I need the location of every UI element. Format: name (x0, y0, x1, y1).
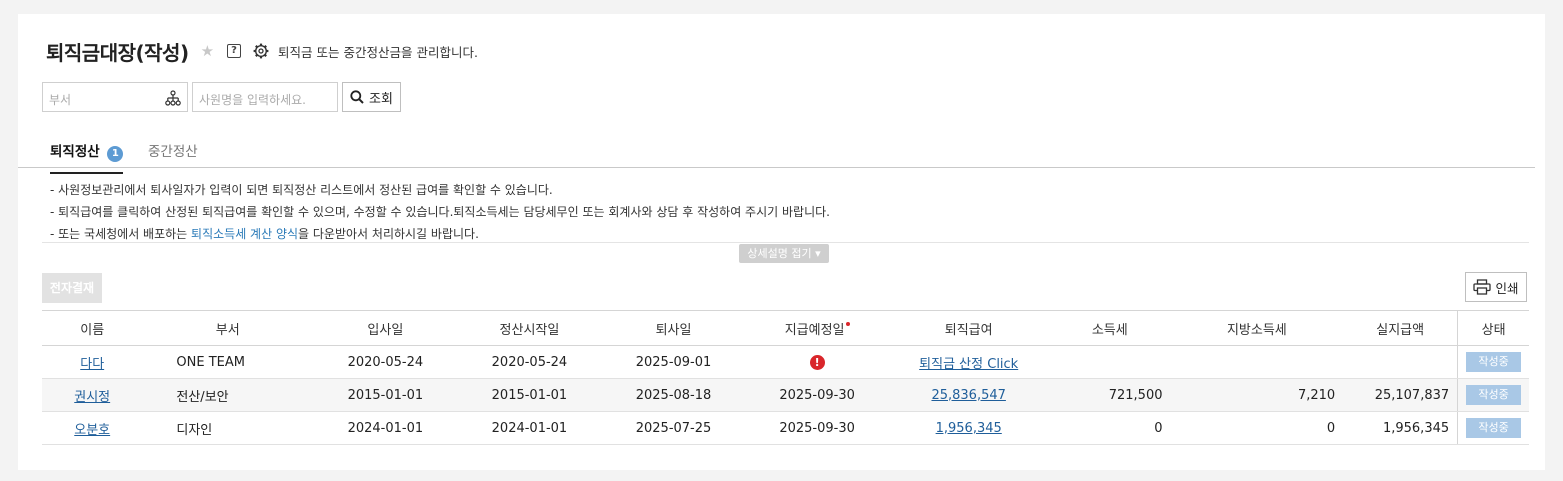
status-cell: 작성중 (1457, 378, 1529, 412)
col-pay-date: 지급예정일 (745, 310, 889, 346)
status-badge: 작성중 (1466, 352, 1522, 372)
status-cell: 작성중 (1457, 411, 1529, 445)
retire-date-cell: 2025-09-01 (601, 345, 746, 379)
page-description: 퇴직금 또는 중간정산금을 관리합니다. (278, 44, 478, 60)
search-button-label: 조회 (369, 91, 393, 107)
severance-cell: 25,836,547 (888, 378, 1050, 412)
col-income-tax: 소득세 (1049, 310, 1171, 346)
employee-name-link[interactable]: 다다 (80, 357, 104, 372)
severance-cell: 퇴직금 산정 Click (888, 345, 1050, 379)
status-badge: 작성중 (1466, 385, 1522, 405)
title-row: 퇴직금대장(작성) ★ ? 퇴직금 또는 중간정산금을 관리합니다. (46, 36, 478, 66)
page-container: 퇴직금대장(작성) ★ ? 퇴직금 또는 중간정산금을 관리합니다. 부서 사원… (18, 14, 1545, 470)
col-status: 상태 (1457, 310, 1529, 346)
tab-label: 퇴직정산 (50, 144, 100, 160)
start-date-cell: 2015-01-01 (457, 378, 602, 412)
search-button[interactable]: 조회 (342, 82, 401, 112)
col-severance: 퇴직급여 (888, 310, 1050, 346)
gear-icon[interactable] (253, 43, 269, 59)
hire-date-cell: 2020-05-24 (313, 345, 458, 379)
table-row: 오분호 디자인 2024-01-01 2024-01-01 2025-07-25… (42, 411, 1529, 445)
tab-interim-settlement[interactable]: 중간정산 (148, 140, 198, 160)
name-cell: 오분호 (42, 411, 143, 445)
employee-name-link[interactable]: 오분호 (74, 423, 110, 438)
org-chart-icon[interactable] (165, 90, 181, 106)
name-cell: 다다 (42, 345, 143, 379)
local-tax-cell (1170, 345, 1344, 379)
dept-cell: ONE TEAM (142, 345, 314, 379)
net-pay-cell: 1,956,345 (1343, 411, 1458, 445)
employee-name-placeholder: 사원명을 입력하세요. (199, 93, 306, 107)
severance-amount-link[interactable]: 1,956,345 (936, 421, 1002, 436)
pay-date-cell: ! (745, 345, 889, 379)
dept-field[interactable]: 부서 (42, 82, 188, 112)
col-retire-date: 퇴사일 (601, 310, 746, 346)
income-tax-cell (1049, 345, 1171, 379)
note-line-1: - 사원정보관리에서 퇴사일자가 입력이 되면 퇴직정산 리스트에서 정산된 급… (50, 183, 553, 197)
local-tax-cell: 0 (1170, 411, 1344, 445)
calculate-severance-link[interactable]: 퇴직금 산정 Click (919, 357, 1018, 372)
note-line-2: - 퇴직급여를 클릭하여 산정된 퇴직급여를 확인할 수 있으며, 수정할 수 … (50, 205, 830, 219)
col-start-date: 정산시작일 (457, 310, 602, 346)
status-cell: 작성중 (1457, 345, 1529, 379)
divider (42, 242, 1529, 243)
employee-name-link[interactable]: 권시정 (74, 390, 110, 405)
note-line-3-suffix: 을 다운받아서 처리하시길 바랍니다. (298, 227, 479, 241)
tab-bar: 퇴직정산 1 중간정산 (18, 130, 1535, 174)
net-pay-cell (1343, 345, 1458, 379)
pay-date-cell: 2025-09-30 (745, 378, 889, 412)
print-button[interactable]: 인쇄 (1465, 272, 1527, 302)
dept-placeholder: 부서 (49, 93, 72, 107)
retire-date-cell: 2025-08-18 (601, 378, 746, 412)
help-icon[interactable]: ? (227, 44, 242, 58)
e-approval-button[interactable]: 전자결재 (42, 273, 102, 303)
col-net-pay: 실지급액 (1343, 310, 1458, 346)
search-icon (350, 90, 364, 104)
col-pay-date-label: 지급예정일 (784, 322, 845, 338)
severance-cell: 1,956,345 (888, 411, 1050, 445)
star-icon[interactable]: ★ (201, 42, 214, 60)
name-cell: 권시정 (42, 378, 143, 412)
hire-date-cell: 2024-01-01 (313, 411, 458, 445)
dept-cell: 전산/보안 (142, 378, 314, 412)
tab-label: 중간정산 (148, 144, 198, 160)
col-dept: 부서 (142, 310, 314, 346)
table-row: 다다 ONE TEAM 2020-05-24 2020-05-24 2025-0… (42, 345, 1529, 379)
income-tax-cell: 721,500 (1049, 378, 1171, 412)
local-tax-cell: 7,210 (1170, 378, 1344, 412)
start-date-cell: 2024-01-01 (457, 411, 602, 445)
page-title: 퇴직금대장(작성) (46, 40, 189, 65)
employee-name-input[interactable]: 사원명을 입력하세요. (192, 82, 338, 112)
collapse-details-button[interactable]: 상세설명 접기 ▾ (739, 244, 829, 263)
table-row: 권시정 전산/보안 2015-01-01 2015-01-01 2025-08-… (42, 378, 1529, 412)
guide-notes: - 사원정보관리에서 퇴사일자가 입력이 되면 퇴직정산 리스트에서 정산된 급… (50, 179, 830, 245)
retire-date-cell: 2025-07-25 (601, 411, 746, 445)
hire-date-cell: 2015-01-01 (313, 378, 458, 412)
status-badge: 작성중 (1466, 418, 1522, 438)
start-date-cell: 2020-05-24 (457, 345, 602, 379)
severance-table: 이름 부서 입사일 정산시작일 퇴사일 지급예정일 퇴직급여 소득세 지방소득세… (42, 310, 1529, 445)
pay-date-cell: 2025-09-30 (745, 411, 889, 445)
severance-amount-link[interactable]: 25,836,547 (931, 388, 1005, 403)
count-badge: 1 (107, 146, 124, 162)
col-local-tax: 지방소득세 (1170, 310, 1344, 346)
net-pay-cell: 25,107,837 (1343, 378, 1458, 412)
table-header-row: 이름 부서 입사일 정산시작일 퇴사일 지급예정일 퇴직급여 소득세 지방소득세… (42, 310, 1529, 346)
alert-icon: ! (809, 354, 825, 370)
col-hire-date: 입사일 (313, 310, 458, 346)
tax-form-link[interactable]: 퇴직소득세 계산 양식 (191, 227, 298, 241)
printer-icon (1473, 279, 1492, 295)
search-bar: 부서 사원명을 입력하세요. 조회 (42, 82, 401, 112)
tab-retirement-settlement[interactable]: 퇴직정산 1 (50, 140, 124, 174)
income-tax-cell: 0 (1049, 411, 1171, 445)
col-name: 이름 (42, 310, 143, 346)
print-label: 인쇄 (1495, 280, 1519, 296)
dept-cell: 디자인 (142, 411, 314, 445)
note-line-3-prefix: - 또는 국세청에서 배포하는 (50, 227, 192, 241)
required-dot-icon (845, 321, 850, 326)
